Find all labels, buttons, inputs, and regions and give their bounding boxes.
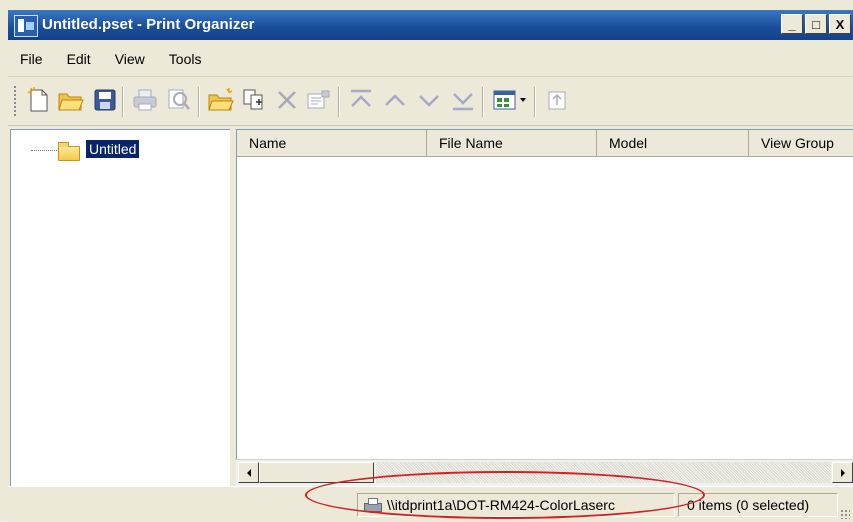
add-files-icon[interactable] (240, 85, 270, 115)
menu-edit[interactable]: Edit (55, 51, 103, 67)
column-header-name[interactable]: Name (237, 130, 427, 157)
scroll-left-arrow-icon (246, 468, 251, 477)
open-folder-icon[interactable] (56, 85, 86, 115)
window-controls: _ □ X (781, 14, 853, 36)
menu-file[interactable]: File (8, 51, 55, 67)
column-header-file-name[interactable]: File Name (427, 130, 597, 157)
column-header-row: Name File Name Model View Group (237, 130, 853, 157)
resize-grip[interactable] (840, 509, 850, 519)
save-icon[interactable] (90, 85, 120, 115)
move-to-top-icon[interactable] (346, 85, 376, 115)
move-to-bottom-icon[interactable] (448, 85, 478, 115)
move-up-icon[interactable] (380, 85, 410, 115)
dropdown-arrow-icon[interactable] (516, 85, 530, 115)
close-button[interactable]: X (829, 14, 851, 34)
toolbar-separator (338, 87, 340, 117)
print-preview-icon[interactable] (164, 85, 194, 115)
scroll-right-button[interactable] (832, 462, 853, 483)
title-bar[interactable]: Untitled.pset - Print Organizer _ □ X (8, 10, 853, 40)
minimize-button[interactable]: _ (781, 14, 803, 34)
toolbar-separator (198, 87, 200, 117)
delete-icon[interactable] (272, 85, 302, 115)
move-down-icon[interactable] (414, 85, 444, 115)
menu-tools[interactable]: Tools (157, 51, 214, 67)
print-icon[interactable] (130, 85, 160, 115)
tree-pane[interactable]: Untitled (10, 129, 231, 487)
window-title: Untitled.pset - Print Organizer (42, 16, 255, 33)
new-file-icon[interactable] (24, 85, 54, 115)
properties-icon[interactable] (304, 85, 334, 115)
toolbar-separator (122, 87, 124, 117)
toolbar-separator (482, 87, 484, 117)
add-folder-icon[interactable] (206, 85, 236, 115)
toolbar-separator (534, 87, 536, 117)
print-organizer-app-icon[interactable] (14, 15, 38, 37)
column-header-view-group[interactable]: View Group (749, 130, 853, 157)
tree-connector-line (31, 150, 57, 151)
print-organizer-window: Untitled.pset - Print Organizer _ □ X Fi… (0, 0, 853, 522)
pane-splitter[interactable] (230, 129, 235, 486)
toolbar-grip[interactable] (14, 86, 18, 116)
toolbar (8, 77, 853, 126)
scroll-right-arrow-icon (840, 468, 845, 477)
tree-node-untitled[interactable]: Untitled (84, 139, 141, 159)
export-icon[interactable] (542, 85, 572, 115)
file-list-pane[interactable]: Name File Name Model View Group (236, 129, 853, 487)
maximize-button[interactable]: □ (805, 14, 827, 34)
column-header-model[interactable]: Model (597, 130, 749, 157)
menu-view[interactable]: View (103, 51, 157, 67)
folder-icon (58, 142, 80, 161)
annotation-red-ellipse (305, 471, 705, 519)
scroll-left-button[interactable] (238, 462, 259, 483)
menu-bar: File Edit View Tools (8, 42, 853, 77)
